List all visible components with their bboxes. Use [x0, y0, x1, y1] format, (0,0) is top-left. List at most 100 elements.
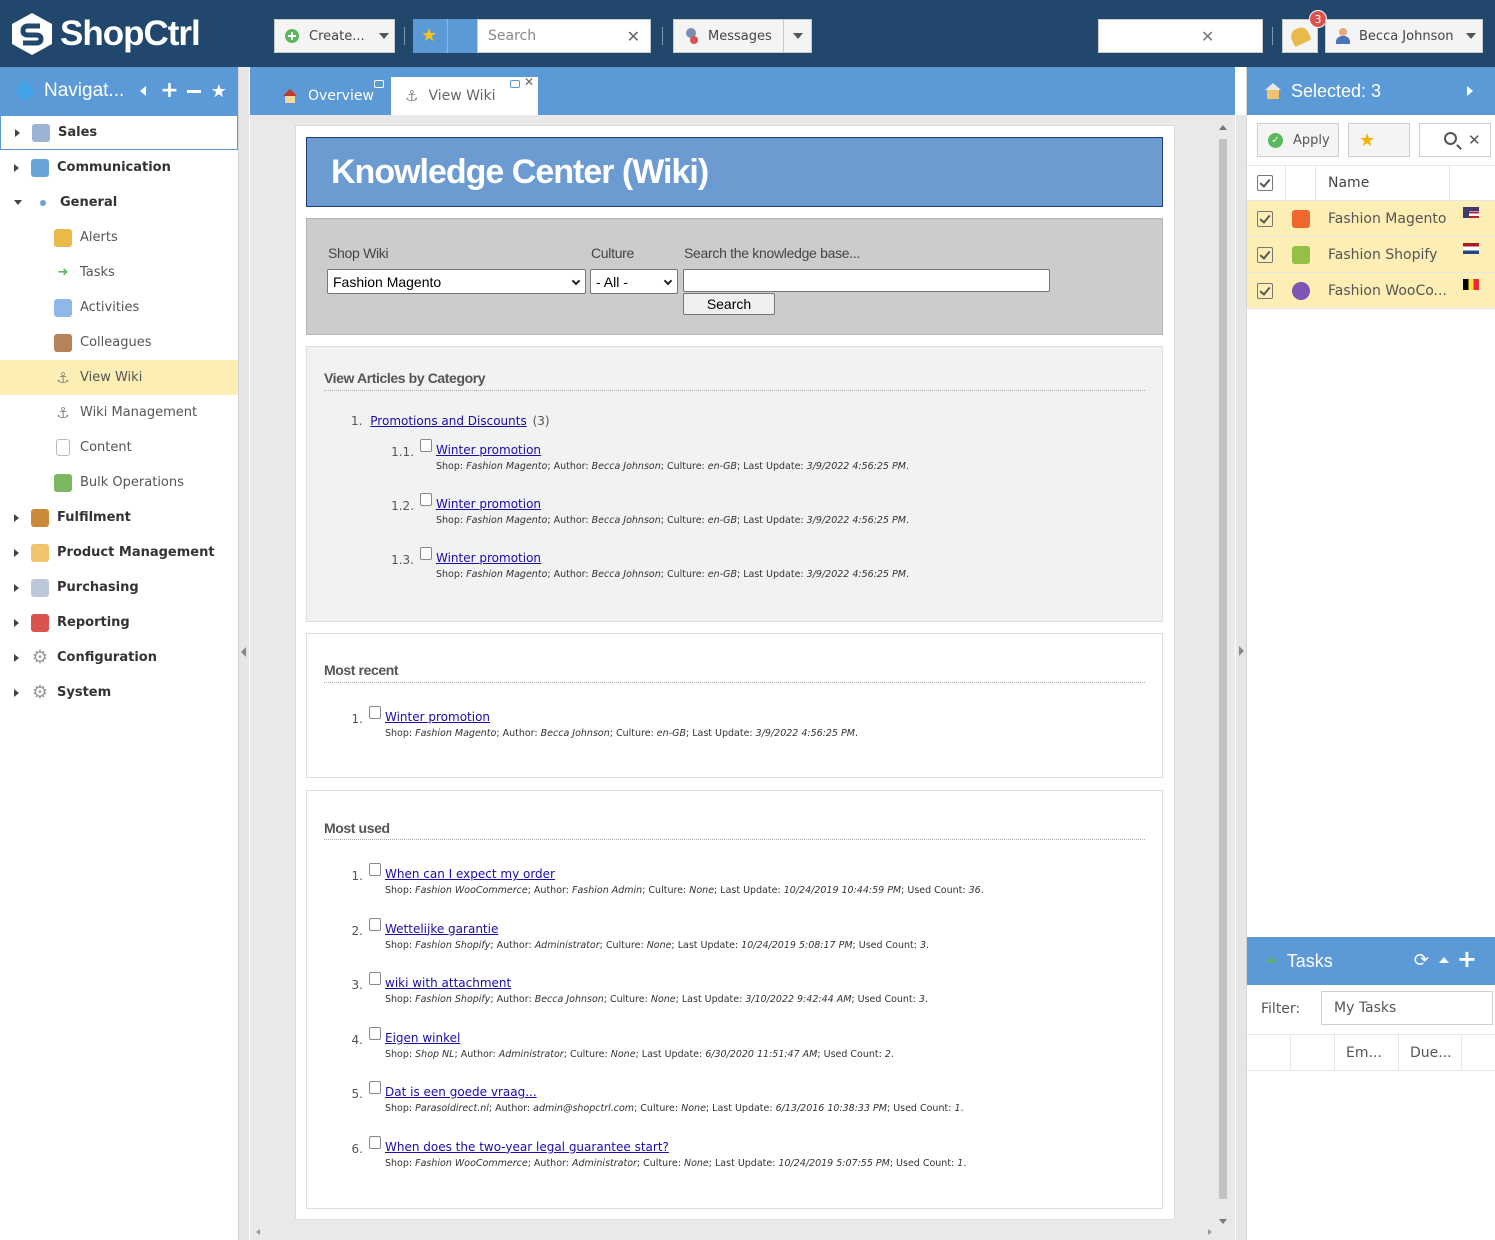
article-link[interactable]: wiki with attachment [385, 976, 511, 990]
article-checkbox[interactable] [369, 1026, 381, 1040]
search-input[interactable]: Search ✕ [477, 19, 651, 53]
clear-icon[interactable]: ✕ [1201, 27, 1214, 46]
selected-shop-row[interactable]: Fashion Shopify [1247, 237, 1495, 273]
collapsed-caret-icon[interactable] [14, 653, 19, 662]
article-link[interactable]: Dat is een goede vraag... [385, 1085, 537, 1099]
article-checkbox[interactable] [369, 972, 381, 985]
nav-item[interactable]: ➜ Tasks [0, 255, 238, 290]
nav-item[interactable]: Content [0, 430, 238, 465]
clear-icon[interactable]: ✕ [1468, 131, 1481, 149]
right-splitter[interactable] [1236, 115, 1246, 1240]
notifications-button[interactable]: 3 [1282, 10, 1327, 53]
shop-wiki-select[interactable]: Fashion Magento [327, 269, 586, 294]
wiki-scroll-area[interactable]: Knowledge Center (Wiki) Shop Wiki Cultur… [250, 115, 1235, 1240]
collapsed-caret-icon[interactable] [15, 128, 20, 137]
search-kb-button[interactable]: Search [683, 293, 775, 315]
article-link[interactable]: When does the two-year legal guarantee s… [385, 1140, 669, 1154]
nav-item[interactable]: Reporting [0, 605, 238, 640]
star-icon[interactable]: ★ [211, 81, 227, 102]
nav-item[interactable]: Communication [0, 150, 238, 185]
tab-menu-icon[interactable] [374, 80, 384, 88]
nav-item[interactable]: Fulfilment [0, 500, 238, 535]
refresh-icon[interactable]: ⟳ [1414, 950, 1429, 971]
article-checkbox[interactable] [420, 493, 432, 506]
selected-shop-row[interactable]: Fashion WooCo... [1247, 273, 1495, 309]
collapsed-caret-icon[interactable] [14, 163, 19, 172]
collapse-left-icon[interactable] [140, 86, 147, 96]
article-checkbox[interactable] [420, 547, 432, 560]
vertical-scrollbar[interactable] [1217, 123, 1229, 1224]
nav-item[interactable]: Sales [0, 115, 238, 150]
category-link[interactable]: Promotions and Discounts [370, 414, 526, 428]
collapse-right-icon[interactable] [1239, 646, 1244, 656]
article-link[interactable]: Winter promotion [436, 497, 541, 511]
row-checkbox[interactable] [1257, 210, 1273, 227]
article-link[interactable]: Wettelijke garantie [385, 922, 498, 936]
em-column-header[interactable]: Em... [1346, 1045, 1382, 1061]
tab-view-wiki[interactable]: ⚓ View Wiki ✕ [391, 75, 538, 115]
collapse-up-icon[interactable] [1439, 957, 1449, 963]
nav-item[interactable]: Activities [0, 290, 238, 325]
user-menu-button[interactable]: Becca Johnson [1325, 19, 1483, 53]
left-splitter[interactable] [239, 67, 249, 1240]
collapsed-caret-icon[interactable] [14, 583, 19, 592]
article-link[interactable]: Winter promotion [385, 710, 490, 724]
nav-item[interactable]: Product Management [0, 535, 238, 570]
tab-menu-icon[interactable] [510, 80, 520, 88]
article-link[interactable]: When can I expect my order [385, 867, 555, 881]
selected-shop-row[interactable]: Fashion Magento [1247, 201, 1495, 237]
messages-button[interactable]: Messages [673, 19, 812, 53]
collapsed-caret-icon[interactable] [14, 618, 19, 627]
article-link[interactable]: Winter promotion [436, 443, 541, 457]
favorites-button[interactable]: ★ [413, 19, 477, 53]
context-select[interactable]: ✕ [1098, 19, 1263, 53]
favorites-dropdown[interactable] [447, 19, 477, 53]
article-link[interactable]: Eigen winkel [385, 1031, 460, 1045]
messages-dropdown[interactable] [783, 20, 811, 52]
favorites-filter-button[interactable]: ★ [1348, 123, 1410, 157]
article-checkbox[interactable] [369, 1135, 381, 1149]
collapsed-caret-icon[interactable] [14, 513, 19, 522]
article-link[interactable]: Winter promotion [436, 551, 541, 565]
article-checkbox[interactable] [420, 439, 432, 452]
apply-button[interactable]: ✓ Apply [1257, 123, 1339, 157]
scroll-up-icon[interactable] [1219, 125, 1227, 130]
row-checkbox[interactable] [1257, 282, 1273, 299]
nav-item[interactable]: Bulk Operations [0, 465, 238, 500]
minus-icon[interactable] [186, 89, 201, 93]
name-column-header[interactable]: Name [1328, 175, 1369, 191]
search-kb-input[interactable] [683, 269, 1050, 292]
nav-item[interactable]: ⚙ Configuration [0, 640, 238, 675]
collapsed-caret-icon[interactable] [14, 548, 19, 557]
culture-select[interactable]: - All - [590, 269, 678, 294]
create-button[interactable]: Create... [274, 19, 395, 53]
nav-item[interactable]: Purchasing [0, 570, 238, 605]
article-checkbox[interactable] [369, 1081, 381, 1094]
app-logo[interactable]: ShopCtrl [10, 10, 201, 58]
expanded-caret-icon[interactable] [14, 200, 22, 205]
scroll-right-icon[interactable] [1208, 1229, 1212, 1235]
tab-overview[interactable]: Overview [260, 77, 388, 115]
search-icon[interactable] [1444, 132, 1457, 145]
nav-item[interactable]: ⚓ View Wiki [0, 360, 238, 395]
selected-search[interactable]: ✕ [1419, 123, 1491, 157]
task-filter-select[interactable]: My Tasks [1321, 991, 1493, 1025]
scroll-left-icon[interactable] [256, 1229, 260, 1235]
scroll-down-icon[interactable] [1219, 1219, 1227, 1224]
collapsed-caret-icon[interactable] [14, 688, 19, 697]
nav-item[interactable]: ⚓ Wiki Management [0, 395, 238, 430]
close-tab-icon[interactable]: ✕ [524, 75, 534, 89]
article-checkbox[interactable] [369, 917, 381, 931]
nav-item[interactable]: Alerts [0, 220, 238, 255]
collapse-left-icon[interactable] [241, 647, 246, 657]
expand-right-icon[interactable] [1467, 86, 1473, 96]
due-column-header[interactable]: Due... [1410, 1045, 1452, 1061]
article-checkbox[interactable] [369, 863, 381, 876]
scrollbar-thumb[interactable] [1219, 139, 1227, 1199]
row-checkbox[interactable] [1257, 246, 1273, 263]
plus-icon[interactable]: + [160, 80, 178, 102]
select-all-checkbox[interactable] [1257, 175, 1273, 191]
clear-icon[interactable]: ✕ [627, 27, 640, 46]
nav-item[interactable]: ⚙ System [0, 675, 238, 710]
article-checkbox[interactable] [369, 706, 381, 719]
